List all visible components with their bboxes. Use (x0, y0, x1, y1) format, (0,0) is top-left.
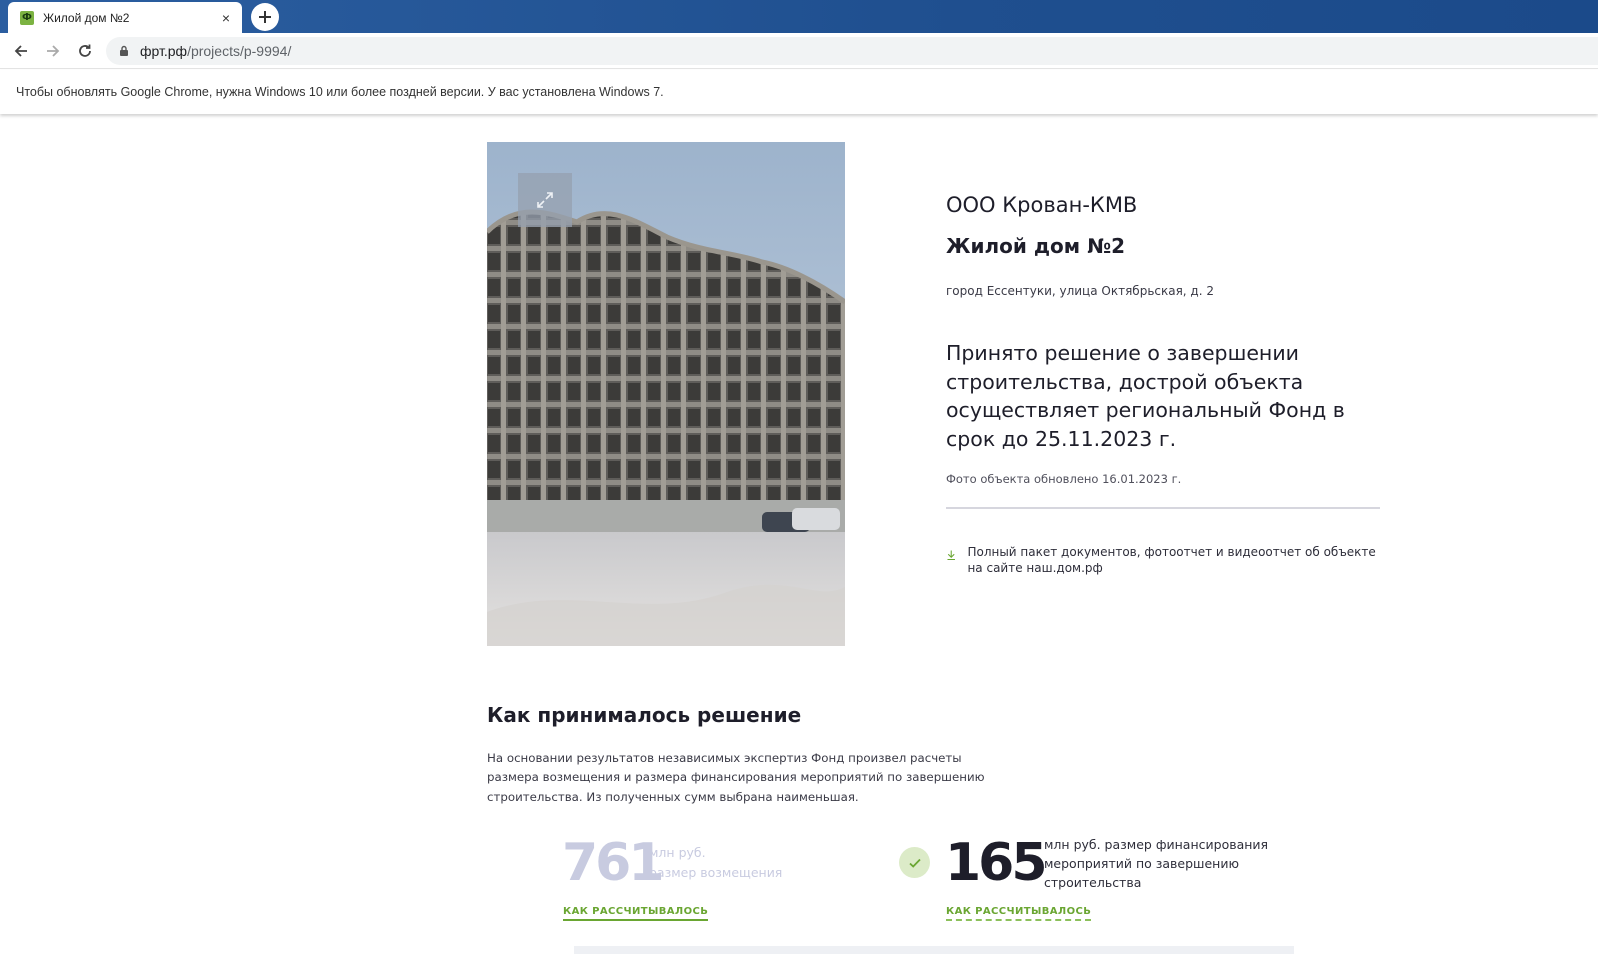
forward-arrow-icon (47, 45, 60, 57)
new-tab-button[interactable] (251, 3, 279, 31)
download-icon (947, 550, 955, 561)
expand-photo-button[interactable] (518, 173, 572, 227)
tab-active[interactable]: Ф Жилой дом №2 × (8, 2, 242, 33)
financing-value: 165 (945, 833, 1048, 893)
infobar-text: Чтобы обновлять Google Chrome, нужна Win… (16, 85, 664, 99)
documents-link-text: Полный пакет документов, фотоотчет и вид… (967, 545, 1376, 575)
compensation-label: млн руб. размер возмещения (649, 843, 809, 883)
financing-calc-link[interactable]: КАК РАССЧИТЫВАЛОСЬ (946, 906, 1092, 921)
tab-strip: Ф Жилой дом №2 × (0, 0, 1598, 33)
photo-updated-date: Фото объекта обновлено 16.01.2023 г. (946, 472, 1182, 486)
decision-statement: Принято решение о завершении строительст… (946, 341, 1345, 452)
reload-button[interactable] (74, 40, 96, 62)
next-section-edge (574, 946, 1294, 954)
section-description: На основании результатов независимых экс… (487, 751, 985, 804)
forward-button[interactable] (42, 40, 64, 62)
plus-icon (259, 11, 271, 23)
update-infobar: Чтобы обновлять Google Chrome, нужна Win… (0, 70, 1598, 114)
url-text: фрт.рф/projects/p-9994/ (140, 43, 291, 59)
check-icon (908, 858, 921, 868)
object-title: Жилой дом №2 (946, 234, 1126, 258)
documents-link[interactable]: Полный пакет документов, фотоотчет и вид… (946, 545, 1376, 576)
lock-icon (120, 45, 128, 56)
developer-name: ООО Крован-КМВ (946, 193, 1138, 217)
compensation-caption: размер возмещения (649, 865, 783, 880)
section-title: Как принималось решение (487, 703, 802, 727)
back-arrow-icon (14, 45, 27, 57)
address-bar[interactable]: фрт.рф/projects/p-9994/ (106, 37, 1598, 65)
close-icon[interactable]: × (218, 10, 234, 26)
compensation-calc-link[interactable]: КАК РАССЧИТЫВАЛОСЬ (563, 906, 709, 921)
selected-badge (899, 847, 930, 878)
compensation-value: 761 (562, 833, 665, 893)
url-path: /projects/p-9994/ (187, 43, 292, 59)
divider (946, 507, 1380, 509)
back-button[interactable] (10, 40, 32, 62)
compensation-unit: млн руб. (649, 845, 706, 860)
url-host: фрт.рф (140, 43, 188, 59)
object-photo[interactable] (487, 142, 845, 646)
financing-label: млн руб. размер финансирования мероприят… (1044, 837, 1269, 890)
expand-icon (537, 192, 553, 208)
browser-toolbar: фрт.рф/projects/p-9994/ (0, 33, 1598, 69)
tab-title: Жилой дом №2 (43, 10, 130, 25)
object-address: город Ессентуки, улица Октябрьская, д. 2 (946, 284, 1214, 298)
reload-icon (79, 44, 91, 57)
favicon-icon: Ф (20, 10, 34, 25)
